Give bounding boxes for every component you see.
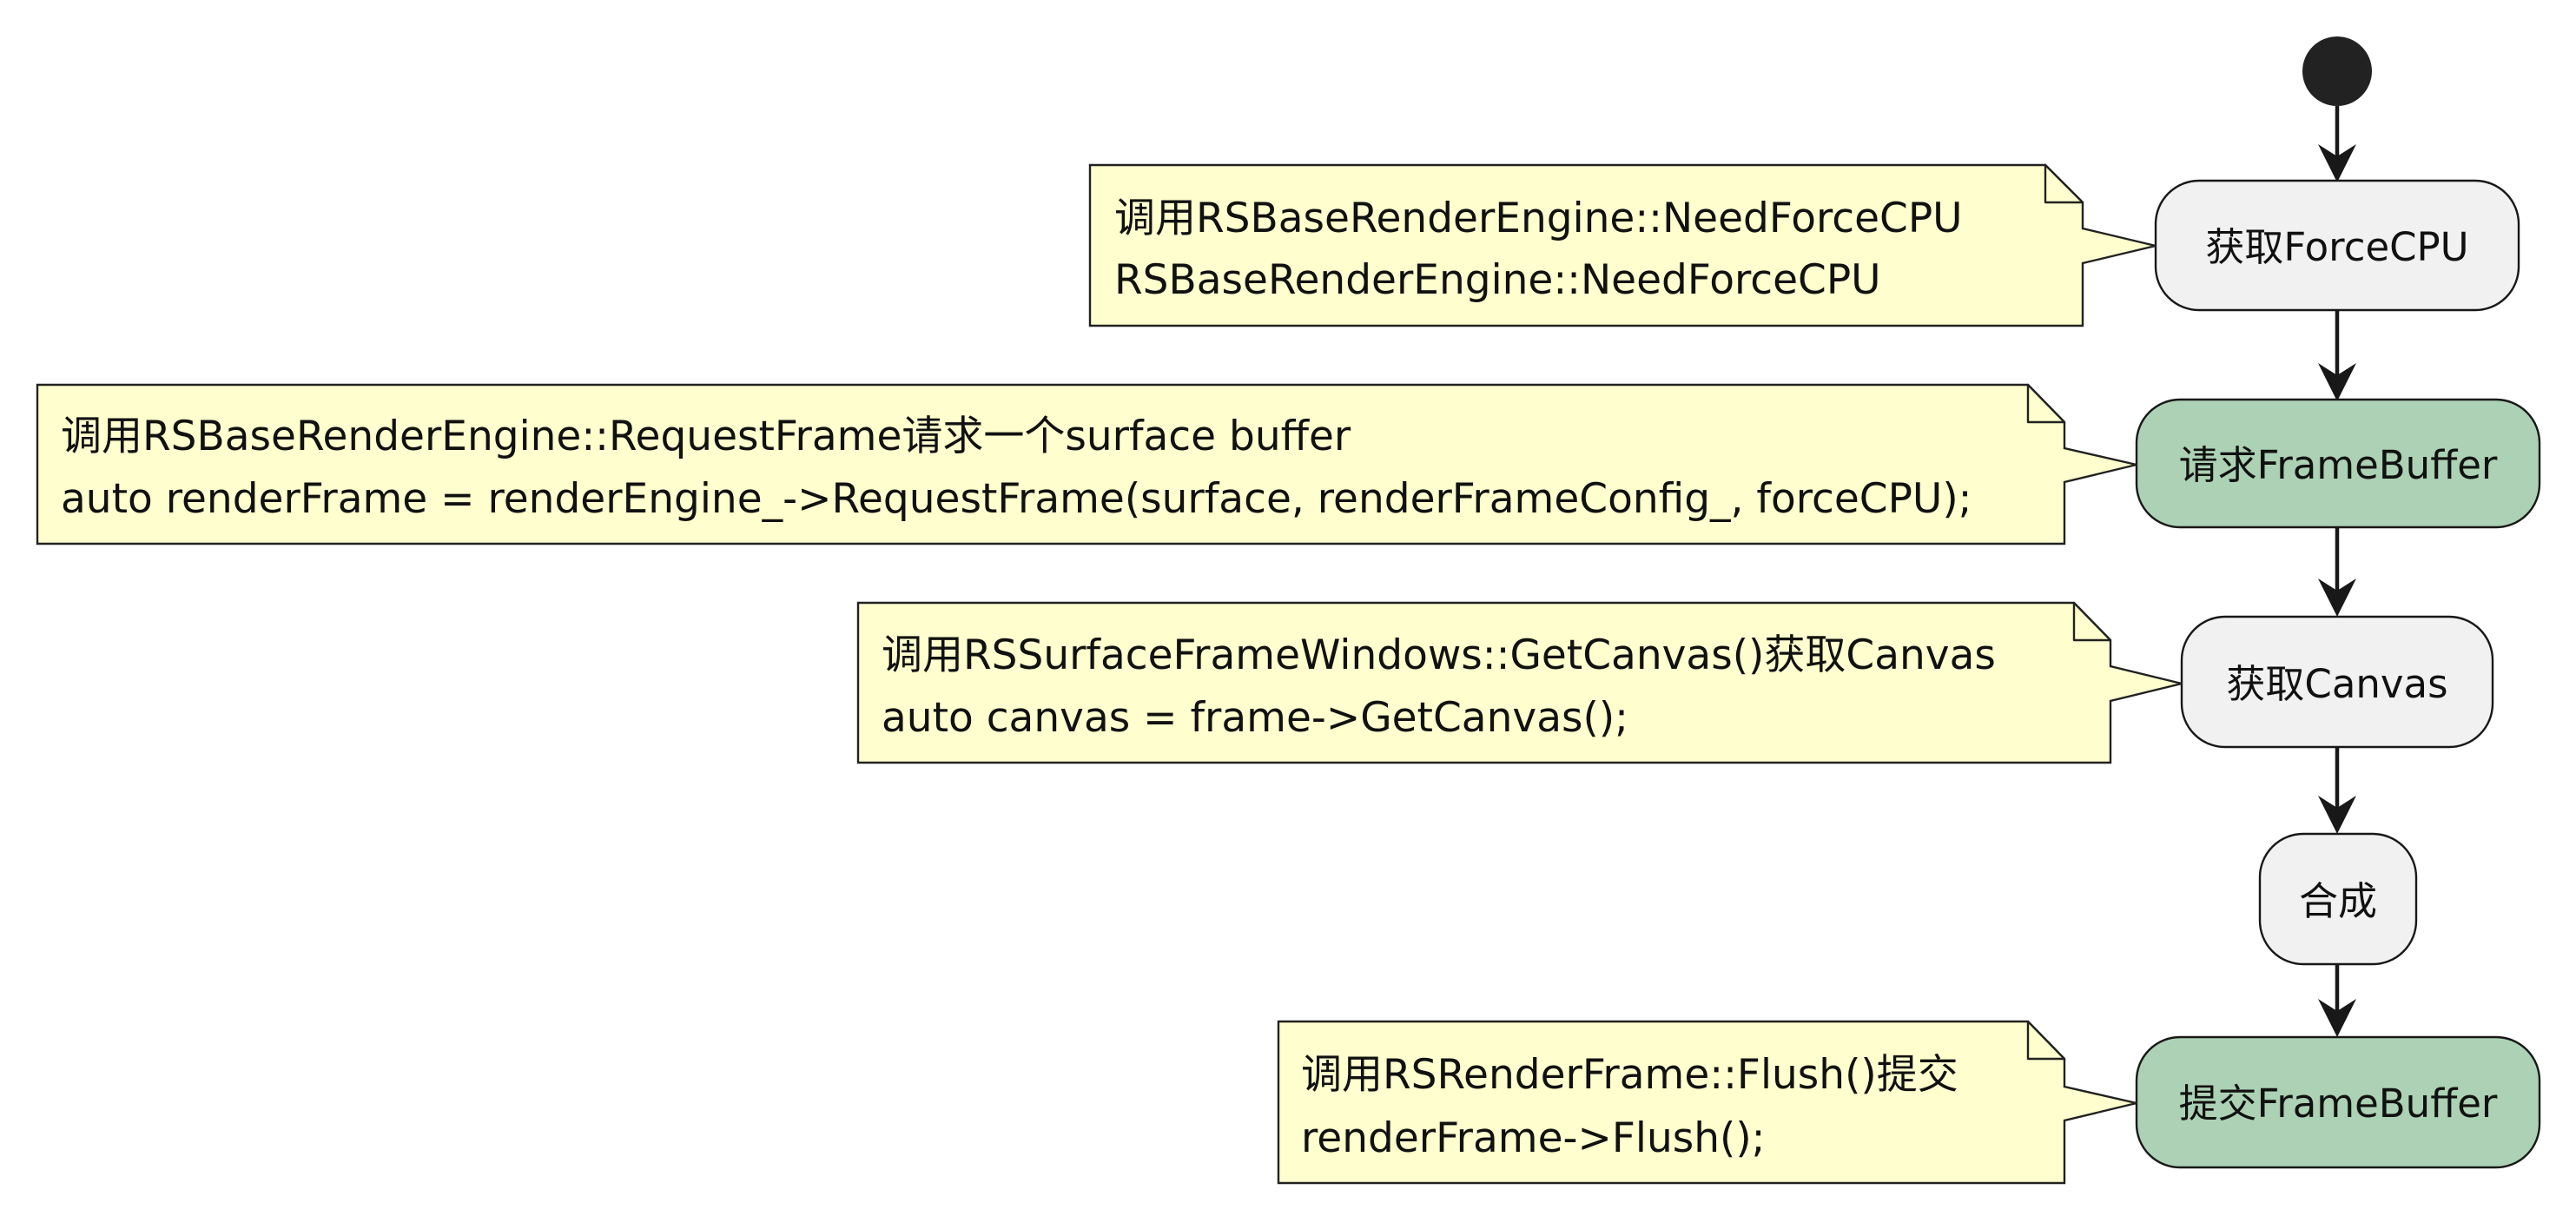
note-get-canvas-line2: auto canvas = frame->GetCanvas(); <box>882 694 1628 742</box>
note-get-canvas: 调用RSSurfaceFrameWindows::GetCanvas()获取Ca… <box>856 601 2183 764</box>
note-submit-framebuffer: 调用RSRenderFrame::Flush()提交 renderFrame->… <box>1277 1020 2137 1185</box>
note-fold-corner <box>2072 601 2112 642</box>
note-request-framebuffer-line2: auto renderFrame = renderEngine_->Reques… <box>61 475 1972 523</box>
step-get-canvas: 获取Canvas <box>2180 615 2494 749</box>
note-get-canvas-line1: 调用RSSurfaceFrameWindows::GetCanvas()获取Ca… <box>882 631 1996 679</box>
note-request-framebuffer-line1: 调用RSBaseRenderEngine::RequestFrame请求一个su… <box>61 413 1351 460</box>
note-submit-framebuffer-line1: 调用RSRenderFrame::Flush()提交 <box>1301 1051 1958 1099</box>
activity-diagram: 获取ForceCPU 调用RSBaseRenderEngine::NeedFor… <box>36 36 2541 1185</box>
step-compose-label: 合成 <box>2299 878 2377 924</box>
note-fold-corner <box>2044 163 2084 204</box>
step-get-canvas-label: 获取Canvas <box>2226 661 2447 707</box>
note-get-force-cpu-line1: 调用RSBaseRenderEngine::NeedForceCPU <box>1114 195 1963 242</box>
note-get-force-cpu-line2: RSBaseRenderEngine::NeedForceCPU <box>1114 256 1881 304</box>
step-get-force-cpu-label: 获取ForceCPU <box>2205 224 2468 270</box>
note-fold-corner <box>2026 1020 2066 1061</box>
step-request-framebuffer: 请求FrameBuffer <box>2135 398 2541 529</box>
note-fold-corner <box>2026 383 2066 424</box>
note-get-force-cpu: 调用RSBaseRenderEngine::NeedForceCPU RSBas… <box>1088 163 2157 327</box>
note-submit-framebuffer-line2: renderFrame->Flush(); <box>1301 1114 1766 1162</box>
step-submit-framebuffer-label: 提交FrameBuffer <box>2179 1081 2498 1127</box>
step-get-force-cpu: 获取ForceCPU <box>2154 179 2520 312</box>
note-request-framebuffer: 调用RSBaseRenderEngine::RequestFrame请求一个su… <box>36 383 2137 545</box>
step-compose: 合成 <box>2258 832 2418 966</box>
step-request-framebuffer-label: 请求FrameBuffer <box>2179 442 2498 488</box>
start-node <box>2302 36 2372 106</box>
step-submit-framebuffer: 提交FrameBuffer <box>2135 1035 2541 1169</box>
